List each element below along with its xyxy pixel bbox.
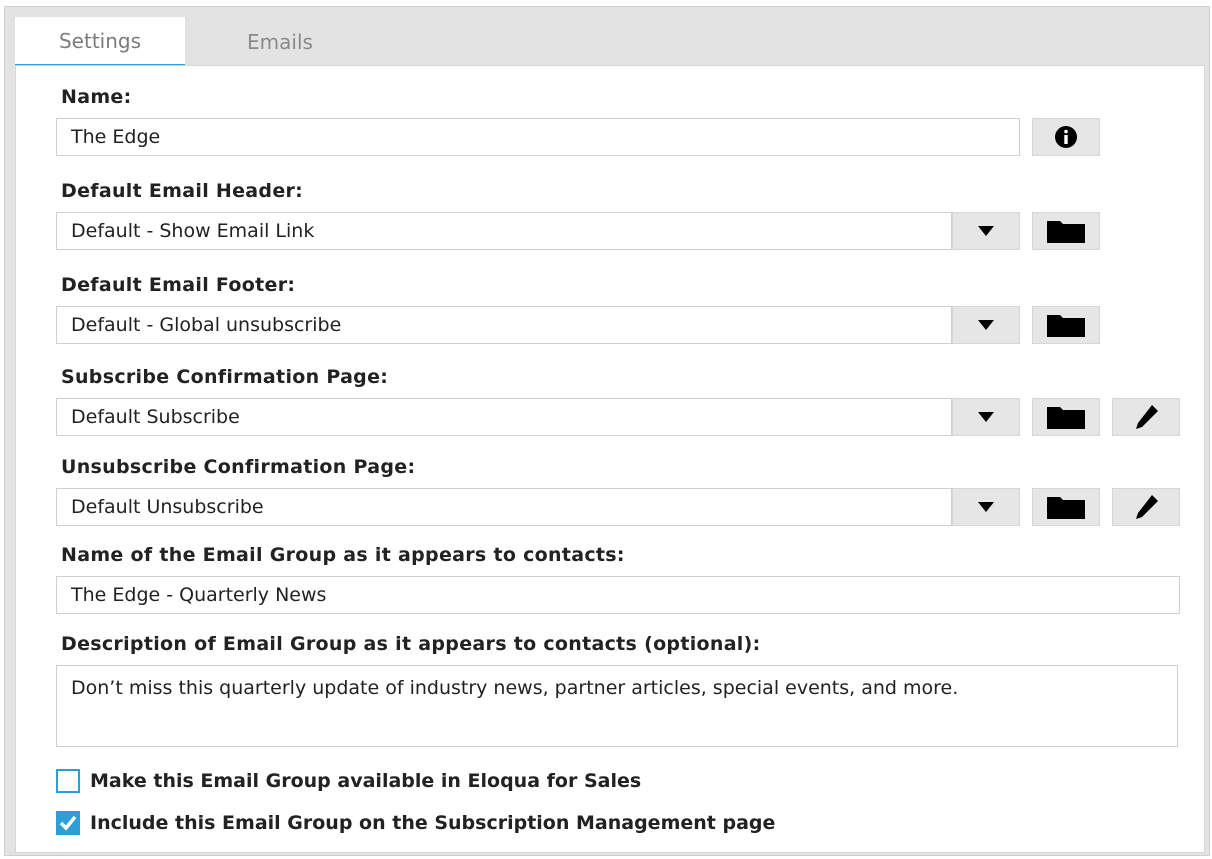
caret-down-icon [978,412,994,422]
caret-down-icon [978,320,994,330]
info-icon [1055,126,1077,148]
header-dropdown-button[interactable] [952,212,1020,250]
subscription-management-checkbox[interactable] [56,811,80,835]
subscription-management-label: Include this Email Group on the Subscrip… [90,812,776,834]
footer-dropdown-button[interactable] [952,306,1020,344]
display-name-input[interactable]: The Edge - Quarterly News [56,576,1180,614]
unsubscribe-edit-button[interactable] [1112,488,1180,526]
display-name-input-value: The Edge - Quarterly News [71,584,327,606]
folder-icon [1047,221,1085,243]
subscribe-folder-button[interactable] [1032,398,1100,436]
pencil-icon [1136,495,1158,519]
subscribe-select-value: Default Subscribe [71,406,240,428]
tab-settings[interactable]: Settings [15,17,185,67]
footer-select[interactable]: Default - Global unsubscribe [56,306,952,344]
name-label: Name: [61,86,132,108]
subscribe-dropdown-button[interactable] [952,398,1020,436]
footer-select-value: Default - Global unsubscribe [71,314,342,336]
unsubscribe-folder-button[interactable] [1032,488,1100,526]
email-group-window: Settings Emails Name: The Edge Default E… [4,6,1210,856]
description-textarea-value: Don’t miss this quarterly update of indu… [71,677,959,699]
folder-icon [1047,315,1085,337]
description-label: Description of Email Group as it appears… [61,633,761,655]
name-input-value: The Edge [71,126,161,148]
tab-emails[interactable]: Emails [185,17,375,67]
subscribe-select[interactable]: Default Subscribe [56,398,952,436]
sales-availability-checkbox[interactable] [56,769,80,793]
description-textarea[interactable]: Don’t miss this quarterly update of indu… [56,665,1178,747]
footer-label: Default Email Footer: [61,274,296,296]
header-label: Default Email Header: [61,180,304,202]
subscribe-label: Subscribe Confirmation Page: [61,366,389,388]
unsubscribe-select[interactable]: Default Unsubscribe [56,488,952,526]
caret-down-icon [978,502,994,512]
info-button[interactable] [1032,118,1100,156]
sales-availability-label: Make this Email Group available in Eloqu… [90,770,642,792]
sales-availability-row[interactable]: Make this Email Group available in Eloqu… [56,769,641,793]
subscription-management-row[interactable]: Include this Email Group on the Subscrip… [56,811,775,835]
footer-folder-button[interactable] [1032,306,1100,344]
checkmark-icon [59,815,77,831]
folder-icon [1047,497,1085,519]
caret-down-icon [978,226,994,236]
folder-icon [1047,407,1085,429]
header-select[interactable]: Default - Show Email Link [56,212,952,250]
unsubscribe-dropdown-button[interactable] [952,488,1020,526]
display-name-label: Name of the Email Group as it appears to… [61,544,625,566]
settings-panel: Name: The Edge Default Email Header: Def… [15,65,1205,853]
header-folder-button[interactable] [1032,212,1100,250]
unsubscribe-select-value: Default Unsubscribe [71,496,264,518]
name-input[interactable]: The Edge [56,118,1020,156]
unsubscribe-label: Unsubscribe Confirmation Page: [61,456,416,478]
pencil-icon [1136,405,1158,429]
header-select-value: Default - Show Email Link [71,220,315,242]
subscribe-edit-button[interactable] [1112,398,1180,436]
